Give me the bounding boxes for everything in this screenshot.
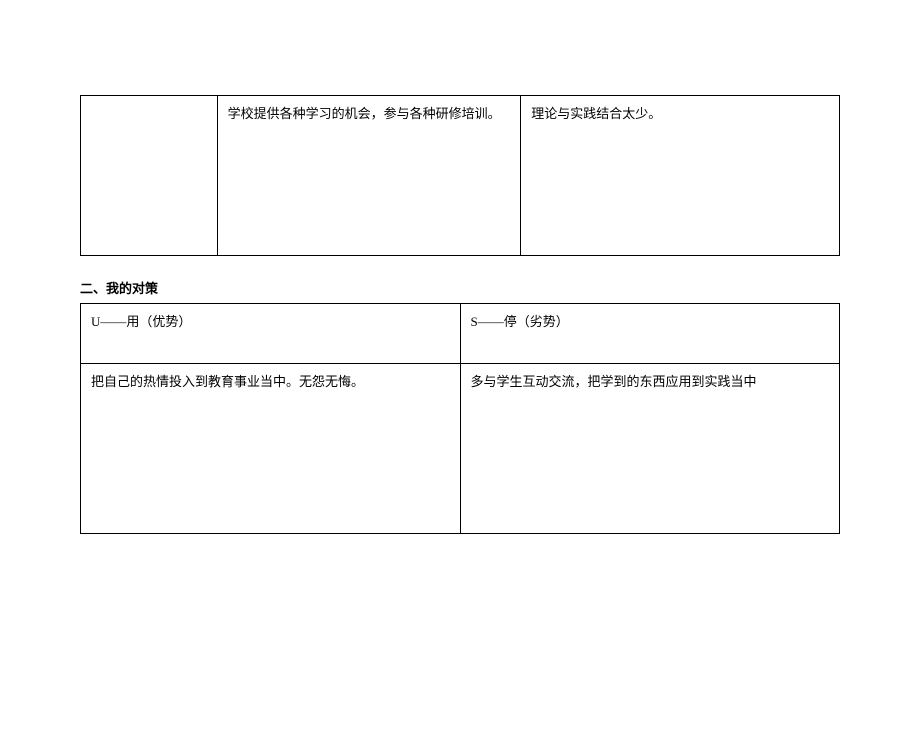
table-cell-label (81, 96, 218, 256)
content-stop-weakness: 多与学生互动交流，把学到的东西应用到实践当中 (460, 364, 840, 534)
header-use-strength: U——用（优势） (81, 304, 461, 364)
table-cell-threat: 理论与实践结合太少。 (521, 96, 840, 256)
strategy-table: U——用（优势） S——停（劣势） 把自己的热情投入到教育事业当中。无怨无悔。 … (80, 303, 840, 534)
table-cell-opportunity: 学校提供各种学习的机会，参与各种研修培训。 (217, 96, 521, 256)
table-header-row: U——用（优势） S——停（劣势） (81, 304, 840, 364)
swot-upper-table: 学校提供各种学习的机会，参与各种研修培训。 理论与实践结合太少。 (80, 95, 840, 256)
document-page: 学校提供各种学习的机会，参与各种研修培训。 理论与实践结合太少。 二、我的对策 … (0, 95, 920, 534)
table-content-row: 把自己的热情投入到教育事业当中。无怨无悔。 多与学生互动交流，把学到的东西应用到… (81, 364, 840, 534)
table-row: 学校提供各种学习的机会，参与各种研修培训。 理论与实践结合太少。 (81, 96, 840, 256)
header-stop-weakness: S——停（劣势） (460, 304, 840, 364)
section-heading: 二、我的对策 (80, 278, 840, 297)
content-use-strength: 把自己的热情投入到教育事业当中。无怨无悔。 (81, 364, 461, 534)
